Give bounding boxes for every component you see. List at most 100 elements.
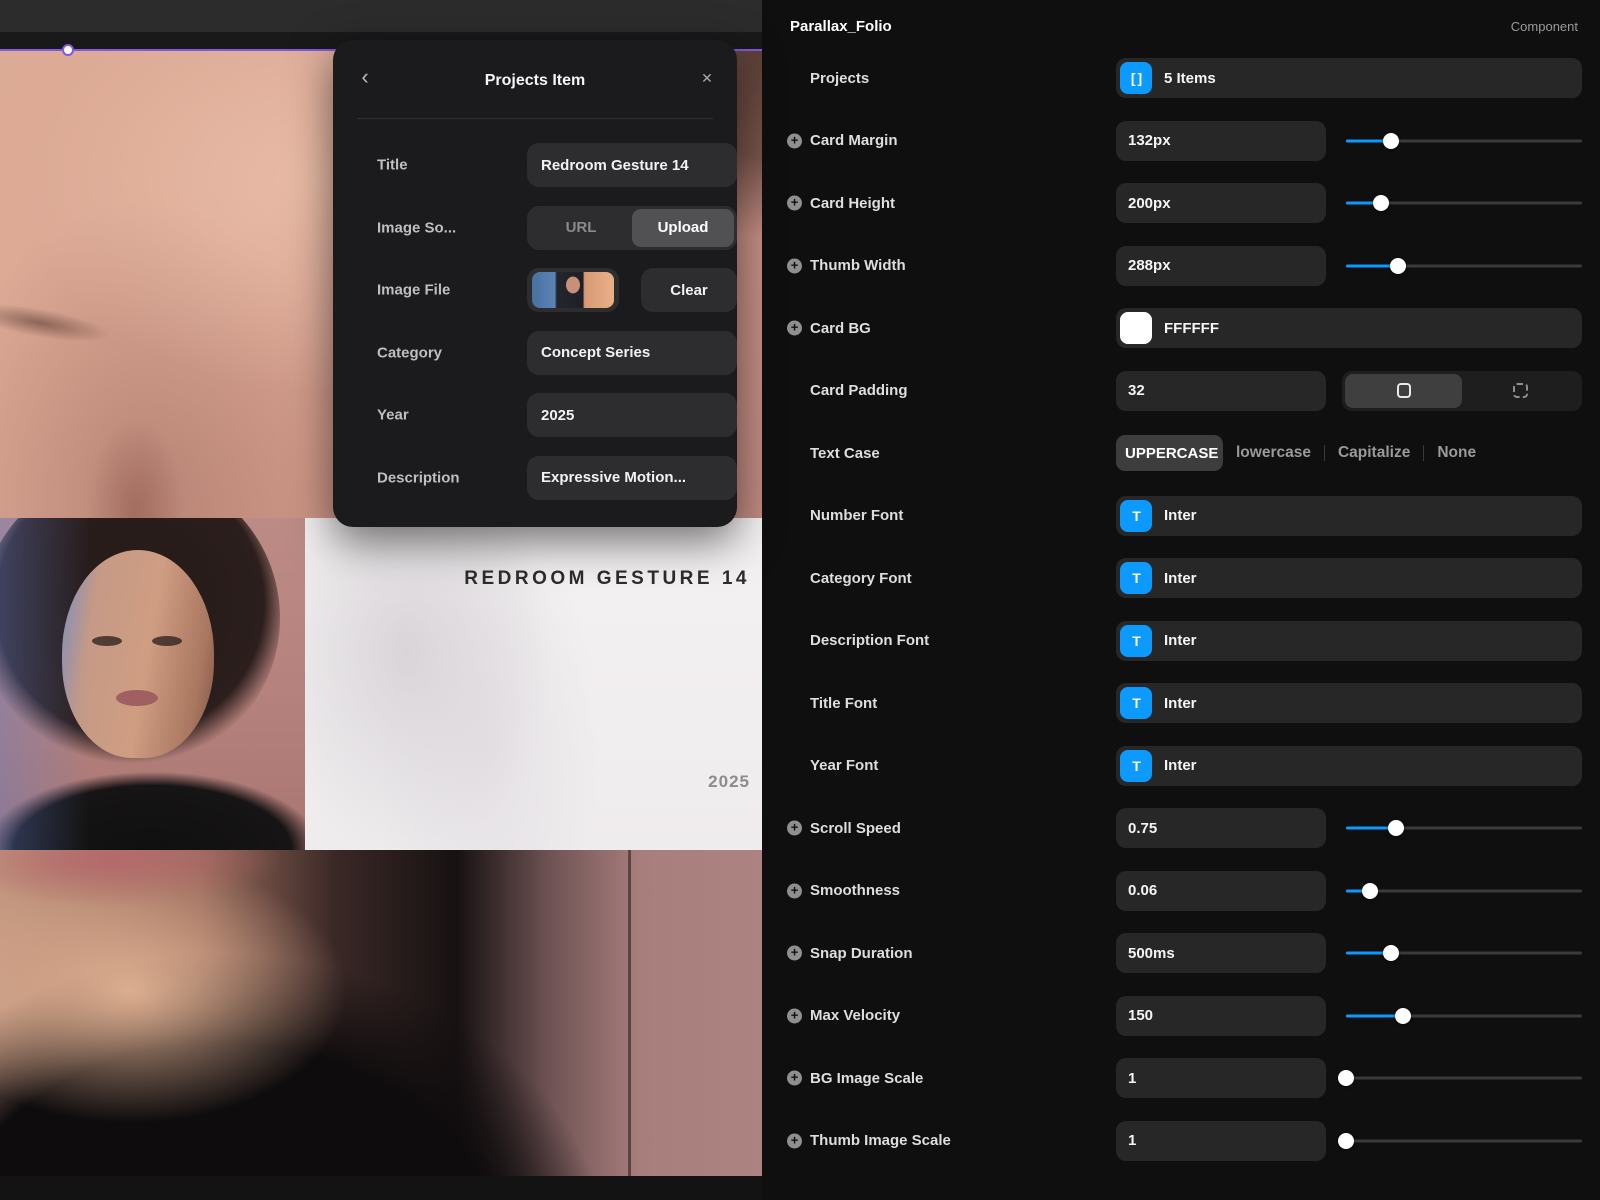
hair-strand-shape <box>628 850 631 1176</box>
number-input[interactable]: 150 <box>1116 995 1326 1036</box>
property-label: Card Height <box>810 194 896 212</box>
close-icon[interactable]: ✕ <box>697 68 717 88</box>
add-variable-icon[interactable]: + <box>787 945 802 961</box>
dialog-field-control: 2025 <box>527 393 737 437</box>
array-brackets-icon[interactable]: [ ] <box>1120 62 1152 94</box>
project-thumbnail-photo[interactable] <box>0 518 305 850</box>
clear-button[interactable]: Clear <box>641 268 737 312</box>
text-case-option[interactable]: None <box>1424 444 1489 462</box>
number-input[interactable]: 500ms <box>1116 933 1326 973</box>
padding-input[interactable]: 32 <box>1116 370 1326 411</box>
property-control: T Inter <box>1116 620 1582 661</box>
slider[interactable] <box>1346 871 1582 911</box>
individual-padding-icon <box>1513 383 1528 398</box>
projects-items-field[interactable]: [ ] 5 Items <box>1116 58 1582 98</box>
slider-knob[interactable] <box>1382 945 1399 961</box>
dialog-input-value: Redroom Gesture 14 <box>541 156 689 174</box>
add-variable-icon[interactable]: + <box>787 195 802 211</box>
dialog-field-label: Title <box>377 156 408 174</box>
add-variable-icon[interactable]: + <box>787 883 802 898</box>
canvas-toolbar <box>0 0 762 32</box>
project-card-title: REDROOM GESTURE 14 <box>464 568 750 589</box>
font-picker-field[interactable]: T Inter <box>1116 495 1582 536</box>
number-input[interactable]: 132px <box>1116 120 1326 161</box>
property-control: 500ms <box>1116 933 1582 973</box>
property-control: FFFFFF <box>1116 308 1582 348</box>
font-picker-field[interactable]: T Inter <box>1116 620 1582 661</box>
text-case-option-selected[interactable]: UPPERCASE <box>1116 435 1223 471</box>
add-variable-icon[interactable]: + <box>787 820 802 836</box>
add-variable-icon[interactable]: + <box>787 258 802 273</box>
color-hex-value: FFFFFF <box>1164 319 1219 337</box>
thumbnail-preview <box>532 272 614 308</box>
add-variable-icon[interactable]: + <box>787 1070 802 1086</box>
selection-handle[interactable] <box>62 44 74 56</box>
number-input[interactable]: 1 <box>1116 1058 1326 1098</box>
panel-row: + Card BG FFFFFF <box>787 308 1582 348</box>
font-type-icon[interactable]: T <box>1120 749 1152 782</box>
number-input[interactable]: 1 <box>1116 1120 1326 1161</box>
property-control: UPPERCASE lowercase Capitalize None <box>1116 433 1582 473</box>
add-variable-icon[interactable]: + <box>787 133 802 148</box>
font-type-icon[interactable]: T <box>1120 687 1152 719</box>
slider-knob[interactable] <box>1389 257 1406 274</box>
segment-option-upload[interactable]: Upload <box>632 208 734 247</box>
project-card[interactable]: REDROOM GESTURE 14 2025 <box>305 518 762 850</box>
number-input[interactable]: 0.75 <box>1116 808 1326 848</box>
slider[interactable] <box>1346 808 1582 848</box>
number-input[interactable]: 0.06 <box>1116 870 1326 911</box>
slider-knob[interactable] <box>1382 132 1399 149</box>
slider-knob[interactable] <box>1387 820 1404 836</box>
number-value: 132px <box>1128 132 1171 149</box>
font-type-icon[interactable]: T <box>1120 499 1152 532</box>
font-picker-field[interactable]: T Inter <box>1116 558 1582 598</box>
add-variable-icon[interactable]: + <box>787 1133 802 1148</box>
color-swatch[interactable] <box>1120 312 1152 344</box>
slider-knob[interactable] <box>1394 1007 1411 1024</box>
next-portrait-photo[interactable] <box>0 850 762 1176</box>
font-picker-field[interactable]: T Inter <box>1116 745 1582 786</box>
property-label: Card Padding <box>810 382 908 399</box>
number-value: 288px <box>1128 257 1171 274</box>
text-case-option[interactable]: Capitalize <box>1325 444 1423 462</box>
nose-shading <box>60 381 210 518</box>
dialog-text-input[interactable]: Expressive Motion... <box>527 455 737 500</box>
number-input[interactable]: 288px <box>1116 245 1326 286</box>
color-field[interactable]: FFFFFF <box>1116 308 1582 348</box>
slider[interactable] <box>1346 183 1582 223</box>
slider-knob[interactable] <box>1373 195 1390 211</box>
slider[interactable] <box>1346 246 1582 286</box>
font-name-value: Inter <box>1164 569 1197 587</box>
text-case-option[interactable]: lowercase <box>1223 444 1324 462</box>
lips-shape <box>116 690 158 706</box>
slider-knob[interactable] <box>1361 882 1378 899</box>
padding-mode-segmented <box>1342 370 1582 411</box>
slider[interactable] <box>1346 933 1582 973</box>
slider-knob[interactable] <box>1338 1070 1354 1086</box>
uniform-padding-button[interactable] <box>1345 373 1462 408</box>
slider[interactable] <box>1338 1121 1582 1161</box>
property-control: 150 <box>1116 995 1582 1036</box>
segment-option-url[interactable]: URL <box>530 209 632 247</box>
slider-knob[interactable] <box>1338 1132 1354 1149</box>
panel-row: Title Font T Inter <box>790 683 1582 723</box>
number-input[interactable]: 200px <box>1116 183 1326 223</box>
add-variable-icon[interactable]: + <box>787 320 802 336</box>
font-picker-field[interactable]: T Inter <box>1116 683 1582 723</box>
individual-padding-button[interactable] <box>1462 374 1579 408</box>
font-type-icon[interactable]: T <box>1120 624 1152 657</box>
dialog-text-input[interactable]: Concept Series <box>527 330 737 375</box>
property-label: Projects <box>810 69 870 87</box>
slider[interactable] <box>1346 996 1582 1036</box>
panel-row: + Smoothness 0.06 <box>787 870 1582 911</box>
font-name-value: Inter <box>1164 507 1197 524</box>
dialog-text-input[interactable]: 2025 <box>527 393 737 437</box>
dialog-text-input[interactable]: Redroom Gesture 14 <box>527 143 737 187</box>
panel-row: Text Case UPPERCASE lowercase Capitalize Non… <box>790 433 1582 473</box>
add-variable-icon[interactable]: + <box>787 1008 802 1023</box>
image-file-thumbnail[interactable] <box>527 268 619 312</box>
dialog-row: Title Redroom Gesture 14 <box>357 143 737 187</box>
slider[interactable] <box>1338 1058 1582 1098</box>
slider[interactable] <box>1346 121 1582 161</box>
font-type-icon[interactable]: T <box>1120 562 1152 594</box>
